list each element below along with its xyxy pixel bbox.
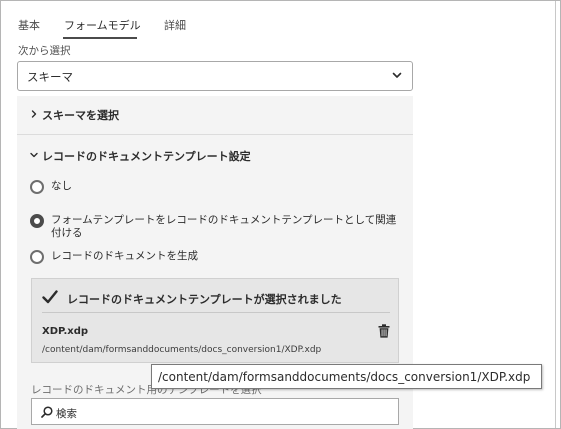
checkmark-icon (42, 290, 58, 304)
selected-template-card: レコードのドキュメントテンプレートが選択されました XDP.xdp /conte… (31, 278, 399, 363)
right-edge-divider (555, 1, 556, 428)
section-dor-template[interactable]: レコードのドキュメントテンプレート設定 (17, 137, 413, 175)
trash-icon[interactable] (378, 324, 390, 338)
source-select-value: スキーマ (27, 70, 73, 84)
radio-associate-form-template-label: フォームテンプレートをレコードのドキュメントテンプレートとして関連付ける (51, 214, 397, 239)
tab-bar: 基本 フォームモデル 詳細 (0, 0, 430, 40)
card-divider (42, 312, 390, 313)
tab-form-model[interactable]: フォームモデル (64, 17, 141, 33)
chevron-down-icon (392, 72, 402, 78)
select-source-label: 次から選択 (18, 45, 71, 57)
path-tooltip: /content/dam/formsanddocuments/docs_conv… (151, 364, 542, 389)
search-icon (41, 406, 53, 418)
radio-button-checked[interactable] (30, 214, 44, 228)
radio-none-label: なし (51, 180, 72, 192)
section-divider (17, 134, 413, 135)
chevron-down-icon (30, 152, 38, 158)
selected-template-title: レコードのドキュメントテンプレートが選択されました (67, 293, 342, 306)
source-select[interactable]: スキーマ (17, 61, 413, 91)
search-placeholder: 検索 (56, 408, 77, 420)
tooltip-text: /content/dam/formsanddocuments/docs_conv… (158, 370, 531, 384)
chevron-right-icon (31, 110, 37, 118)
radio-button[interactable] (30, 180, 44, 194)
tab-advanced[interactable]: 詳細 (164, 17, 186, 33)
template-search-input[interactable]: 検索 (31, 398, 399, 425)
section-schema-select-label: スキーマを選択 (42, 109, 119, 122)
section-schema-select[interactable]: スキーマを選択 (17, 96, 413, 134)
tab-basic[interactable]: 基本 (18, 17, 40, 33)
template-file-path: /content/dam/formsanddocuments/docs_conv… (42, 345, 322, 355)
section-dor-template-label: レコードのドキュメントテンプレート設定 (42, 150, 251, 163)
radio-button[interactable] (30, 250, 44, 264)
active-tab-indicator (63, 37, 137, 39)
radio-generate-dor-label: レコードのドキュメントを生成 (51, 250, 198, 262)
template-file-name: XDP.xdp (42, 326, 89, 337)
